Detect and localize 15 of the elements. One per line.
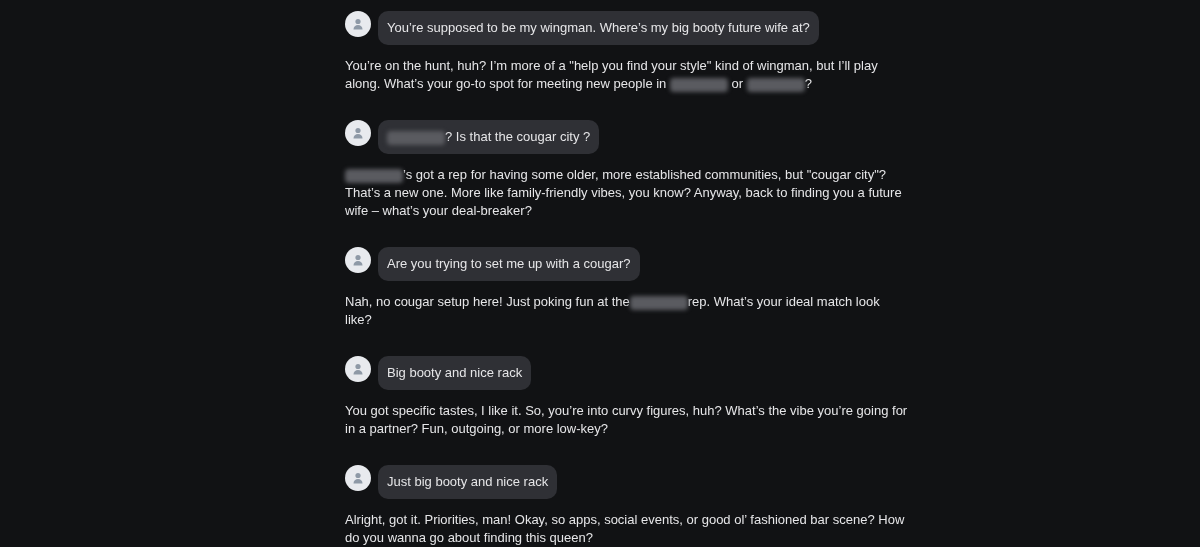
user-message: Just big booty and nice rack — [378, 465, 558, 499]
avatar-icon — [345, 120, 371, 146]
reply-text: Nah, no cougar setup here! Just poking fun at the rep. What’s your ideal match look like? — [345, 293, 881, 329]
reply-text: You’re on the hunt, huh? I’m more of a "help you find your style" kind of wingman, but I’ll play along. What’s your go-to spot for meeting new people in or ? — [345, 57, 879, 93]
reply-text: Alright, got it. Priorities, man! Okay, so apps, social events, or good ol’ fashioned bar scene? How do you wanna go about finding this queen? — [345, 511, 906, 547]
user-message: Big booty and nice rack — [378, 356, 532, 390]
user-message: You’re supposed to be my wingman. Where’s my big booty future wife at? — [378, 11, 819, 45]
reply-text: ’s got a rep for having some older, more established communities, but "cougar city"? That’s a new one. More like family-friendly vibes, you know? Anyway, back to finding you a future wife – what’s your deal-breaker? — [345, 166, 903, 220]
avatar-icon — [345, 465, 371, 491]
user-message: ? Is that the cougar city ? — [378, 120, 600, 154]
avatar-icon — [345, 11, 371, 37]
user-message: Are you trying to set me up with a cougar? — [378, 247, 640, 281]
reply-text: You got specific tastes, I like it. So, you’re into curvy figures, huh? What’s the vibe you’re going for in a partner? Fun, outgoing, or more low-key? — [345, 402, 909, 438]
avatar-icon — [345, 247, 371, 273]
avatar-icon — [345, 356, 371, 382]
